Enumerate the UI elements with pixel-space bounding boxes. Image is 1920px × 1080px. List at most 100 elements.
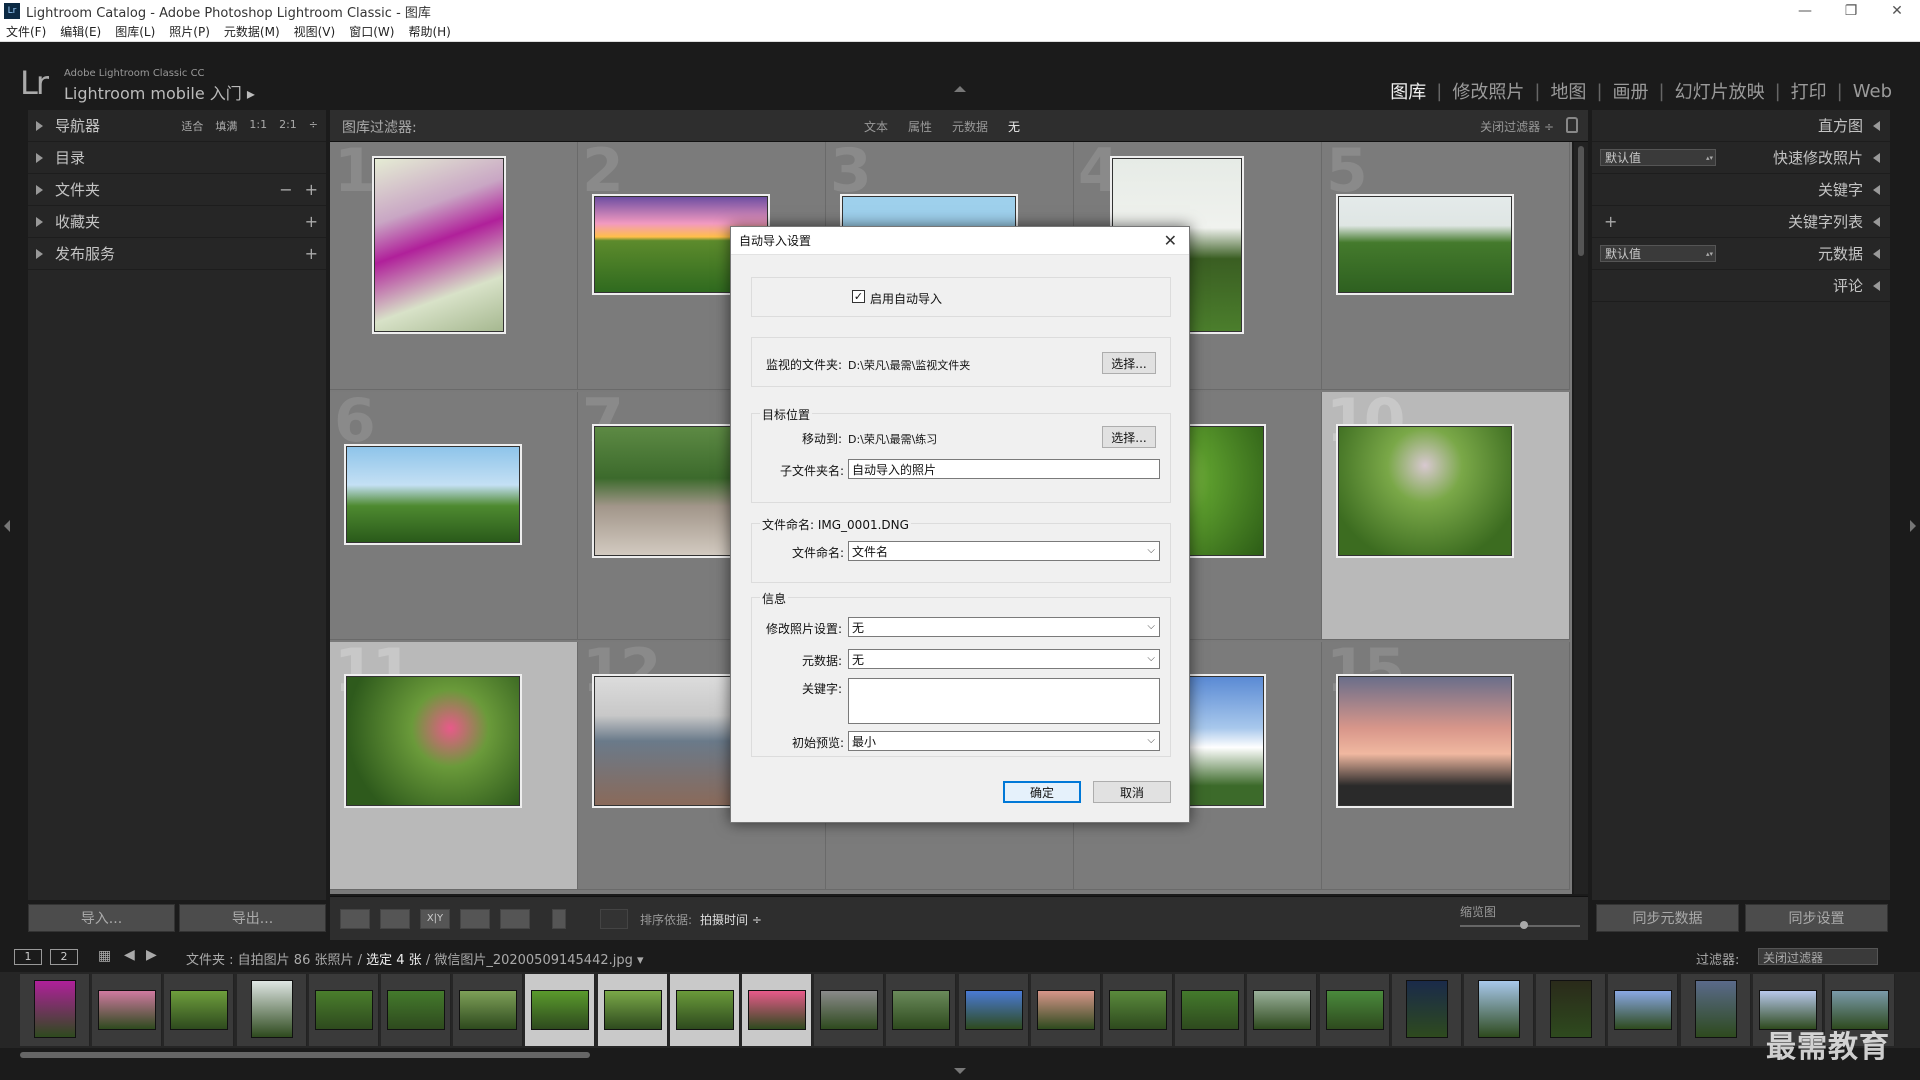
panel-folders[interactable]: 文件夹 − + (28, 174, 326, 206)
filter-preset-select[interactable]: 关闭过滤器 ÷ (1480, 118, 1554, 135)
develop-settings-select[interactable]: 无 ⌵ (848, 617, 1160, 637)
photo-thumbnail[interactable] (372, 156, 506, 334)
expand-triangle-icon[interactable] (36, 152, 43, 163)
filmstrip-item[interactable] (164, 974, 235, 1046)
collapse-left-arrow-icon[interactable] (4, 520, 10, 532)
filmstrip-item[interactable] (1319, 974, 1390, 1046)
expand-triangle-icon[interactable] (1873, 248, 1880, 259)
module-develop[interactable]: 修改照片 (1442, 78, 1534, 104)
lightroom-mobile-link[interactable]: Lightroom mobile 入门 ▸ (64, 80, 255, 104)
add-publish-icon[interactable]: + (305, 244, 318, 263)
filter-text[interactable]: 文本 (864, 118, 888, 135)
collapse-right-arrow-icon[interactable] (1910, 520, 1916, 532)
panel-keywording[interactable]: 关键字 (1592, 174, 1890, 206)
grid-scrollbar[interactable] (1574, 142, 1588, 894)
filmstrip-item[interactable] (958, 974, 1029, 1046)
zoom-fit[interactable]: 适合 (181, 118, 203, 134)
module-book[interactable]: 画册 (1603, 78, 1659, 104)
grid-cell[interactable]: 6 (330, 392, 578, 640)
filmstrip-item[interactable] (92, 974, 163, 1046)
cancel-button[interactable]: 取消 (1093, 781, 1171, 803)
filmstrip-item[interactable] (597, 974, 668, 1046)
expand-triangle-icon[interactable] (36, 184, 43, 195)
export-button[interactable]: 导出... (179, 904, 326, 932)
source-folder[interactable]: 文件夹 : 自拍图片 (186, 953, 290, 968)
filmstrip-item[interactable] (525, 974, 596, 1046)
panel-navigator[interactable]: 导航器 适合 填满 1:1 2:1 ÷ (28, 110, 326, 142)
dialog-close-icon[interactable]: ✕ (1164, 231, 1177, 250)
grid-cell[interactable]: 11 (330, 642, 578, 890)
panel-histogram[interactable]: 直方图 (1592, 110, 1890, 142)
menu-metadata[interactable]: 元数据(M) (224, 23, 280, 40)
photo-thumbnail[interactable] (1336, 194, 1514, 295)
choose-watch-folder-button[interactable]: 选择... (1102, 352, 1156, 374)
filmstrip-scrollbar[interactable] (20, 1052, 590, 1058)
add-folder-icon[interactable]: + (305, 180, 318, 199)
filmstrip-item[interactable] (1680, 974, 1751, 1046)
filmstrip-item[interactable] (886, 974, 957, 1046)
panel-metadata[interactable]: 默认值 元数据 (1592, 238, 1890, 270)
remove-folder-icon[interactable]: − (279, 180, 292, 199)
filmstrip-item[interactable] (1103, 974, 1173, 1046)
lock-icon[interactable] (1566, 117, 1578, 133)
expand-triangle-icon[interactable] (1873, 280, 1880, 291)
filmstrip-item[interactable] (453, 974, 524, 1046)
panel-collections[interactable]: 收藏夹 + (28, 206, 326, 238)
module-print[interactable]: 打印 (1781, 78, 1837, 104)
enable-auto-import-label[interactable]: 启用自动导入 (870, 290, 942, 307)
filmstrip-item[interactable] (1030, 974, 1101, 1046)
zoom-fill[interactable]: 填满 (215, 118, 237, 134)
filmstrip-item[interactable] (20, 974, 90, 1046)
close-window-icon[interactable]: ✕ (1874, 0, 1920, 22)
expand-triangle-icon[interactable] (36, 216, 43, 227)
enable-auto-import-checkbox[interactable]: ✓ (852, 290, 865, 303)
expand-triangle-icon[interactable] (1873, 216, 1880, 227)
zoom-2to1[interactable]: 2:1 (279, 118, 297, 134)
window-1-button[interactable]: 1 (14, 949, 42, 965)
sort-select[interactable]: 拍摄时间 ÷ (700, 913, 762, 927)
compare-view-icon[interactable]: X|Y (420, 909, 450, 929)
module-slideshow[interactable]: 幻灯片放映 (1665, 78, 1775, 104)
filmstrip-item[interactable] (1608, 974, 1679, 1046)
import-button[interactable]: 导入... (28, 904, 175, 932)
menu-library[interactable]: 图库(L) (115, 23, 155, 40)
filmstrip-item[interactable] (814, 974, 885, 1046)
panel-keyword-list[interactable]: + 关键字列表 (1592, 206, 1890, 238)
filmstrip-item[interactable] (308, 974, 379, 1046)
keywords-textarea[interactable] (848, 678, 1160, 724)
sync-settings-button[interactable]: 同步设置 (1745, 904, 1888, 932)
initial-preview-select[interactable]: 最小 ⌵ (848, 731, 1160, 751)
expand-triangle-icon[interactable] (1873, 184, 1880, 195)
filmstrip-item[interactable] (1464, 974, 1534, 1046)
grid-icon[interactable]: ▦ (98, 948, 111, 964)
collapse-top-arrow-icon[interactable] (954, 86, 966, 92)
metadata-select[interactable]: 无 ⌵ (848, 649, 1160, 669)
photo-thumbnail[interactable] (1336, 424, 1514, 558)
grid-scrollbar-thumb[interactable] (1578, 146, 1584, 256)
menu-edit[interactable]: 编辑(E) (60, 23, 101, 40)
filmstrip-item[interactable] (1247, 974, 1318, 1046)
back-arrow-icon[interactable]: ◀ (124, 947, 135, 963)
filmstrip-item[interactable] (1391, 974, 1462, 1046)
subfolder-name-input[interactable]: 自动导入的照片 (848, 459, 1160, 479)
module-map[interactable]: 地图 (1540, 78, 1596, 104)
collapse-bottom-arrow-icon[interactable] (954, 1068, 966, 1074)
photo-thumbnail[interactable] (344, 674, 522, 808)
forward-arrow-icon[interactable]: ▶ (146, 947, 157, 963)
filmstrip-item[interactable] (381, 974, 451, 1046)
choose-destination-button[interactable]: 选择... (1102, 426, 1156, 448)
menu-view[interactable]: 视图(V) (294, 23, 336, 40)
menu-file[interactable]: 文件(F) (6, 23, 46, 40)
panel-publish-services[interactable]: 发布服务 + (28, 238, 326, 270)
sync-metadata-button[interactable]: 同步元数据 (1596, 904, 1739, 932)
panel-catalog[interactable]: 目录 (28, 142, 326, 174)
zoom-menu-icon[interactable]: ÷ (309, 118, 318, 134)
filmstrip-item[interactable] (669, 974, 740, 1046)
people-view-icon[interactable] (500, 909, 530, 929)
photo-thumbnail[interactable] (1336, 674, 1514, 808)
zoom-1to1[interactable]: 1:1 (249, 118, 267, 134)
panel-quick-develop[interactable]: 默认值 快速修改照片 (1592, 142, 1890, 174)
metadata-preset-select[interactable]: 默认值 (1600, 245, 1716, 262)
expand-triangle-icon[interactable] (1873, 152, 1880, 163)
add-keyword-icon[interactable]: + (1604, 212, 1617, 231)
